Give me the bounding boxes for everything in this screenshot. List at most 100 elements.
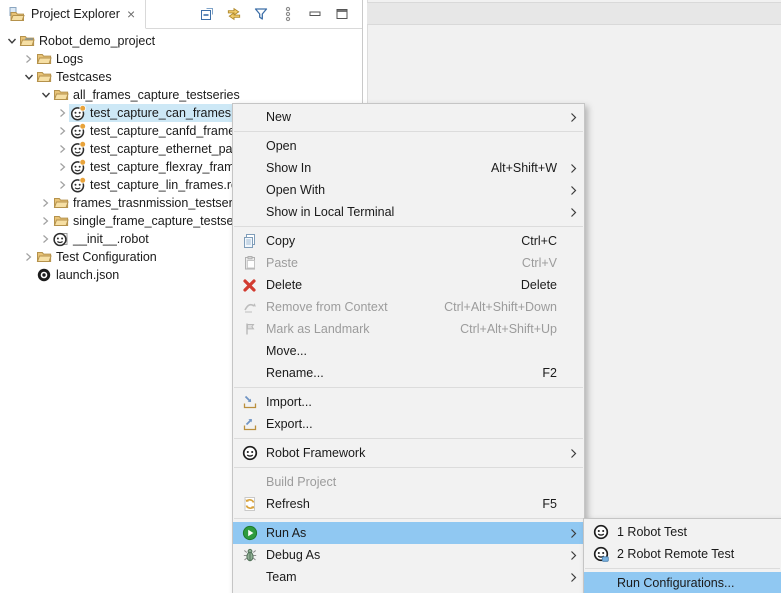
menu-item-debug-as[interactable]: Debug As [233, 544, 584, 566]
tree-item-content: test_capture_lin_frames.rob [69, 176, 248, 194]
menu-item-show-in-local-terminal[interactable]: Show in Local Terminal [233, 201, 584, 223]
submenu-arrow-icon [568, 185, 579, 196]
menu-item-open[interactable]: Open [233, 135, 584, 157]
menu-item-label: Copy [266, 234, 521, 248]
menu-item-mark-as-landmark[interactable]: Mark as LandmarkCtrl+Alt+Shift+Up [233, 318, 584, 340]
chevron-collapsed-icon[interactable] [57, 108, 68, 118]
tree-item-content: all_frames_capture_testseries [52, 86, 243, 104]
folder-icon [53, 87, 69, 103]
robot-file-icon [70, 141, 86, 157]
tree-selection-highlight: test_capture_can_frames.rob [69, 104, 256, 122]
menu-item-new[interactable]: New [233, 106, 584, 128]
menu-item-shortcut: Ctrl+Alt+Shift+Up [460, 322, 557, 336]
import-icon [233, 394, 266, 410]
menu-item-label: Debug As [266, 548, 568, 562]
menu-separator [234, 438, 583, 439]
tree-item-content: __init__.robot [52, 230, 152, 248]
launch-file-icon [36, 267, 52, 283]
menu-item-team[interactable]: Team [233, 566, 584, 588]
robot-file-icon [70, 159, 86, 175]
menu-item-shortcut: Ctrl+Alt+Shift+Down [444, 300, 557, 314]
menu-separator [234, 387, 583, 388]
collapse-all-icon[interactable] [199, 6, 215, 22]
menu-item-run-as[interactable]: Run As [233, 522, 584, 544]
chevron-expanded-icon[interactable] [6, 37, 17, 45]
menu-item-export[interactable]: Export... [233, 413, 584, 435]
menu-item-robot-framework[interactable]: Robot Framework [233, 442, 584, 464]
menu-item-label: Mark as Landmark [266, 322, 460, 336]
filter-icon[interactable] [253, 6, 269, 22]
tree-item-label: Testcases [56, 70, 112, 84]
menu-item-label: Delete [266, 278, 521, 292]
chevron-collapsed-icon[interactable] [57, 180, 68, 190]
menu-item-label: Rename... [266, 366, 542, 380]
tree-item-testcases[interactable]: Testcases [0, 68, 362, 86]
menu-item-show-in[interactable]: Show InAlt+Shift+W [233, 157, 584, 179]
menu-item-build-project[interactable]: Build Project [233, 471, 584, 493]
menu-item-label: Import... [266, 395, 568, 409]
view-menu-icon[interactable] [280, 6, 296, 22]
landmark-icon [233, 321, 266, 337]
chevron-collapsed-icon[interactable] [57, 162, 68, 172]
tree-item-label: single_frame_capture_testserie [73, 214, 247, 228]
link-editor-icon[interactable] [226, 6, 242, 22]
robot-file-icon [70, 177, 86, 193]
menu-item-remove-from-context[interactable]: Remove from ContextCtrl+Alt+Shift+Down [233, 296, 584, 318]
menu-item-label: Team [266, 570, 568, 584]
menu-item-label: Show In [266, 161, 491, 175]
tab-close-icon[interactable]: × [126, 7, 136, 21]
chevron-collapsed-icon[interactable] [57, 144, 68, 154]
menu-item-1-robot-test[interactable]: 1 Robot Test [584, 521, 781, 543]
menu-item-open-with[interactable]: Open With [233, 179, 584, 201]
menu-item-import[interactable]: Import... [233, 391, 584, 413]
run-icon [233, 525, 266, 541]
view-toolbar [199, 0, 362, 28]
menu-item-label: Show in Local Terminal [266, 205, 568, 219]
menu-separator [234, 226, 583, 227]
chevron-collapsed-icon[interactable] [23, 252, 34, 262]
robot-file-plain-icon [53, 231, 69, 247]
menu-item-copy[interactable]: CopyCtrl+C [233, 230, 584, 252]
chevron-collapsed-icon[interactable] [40, 234, 51, 244]
tree-item-all-frames-capture-testseries[interactable]: all_frames_capture_testseries [0, 86, 362, 104]
menu-separator [234, 518, 583, 519]
run-as-submenu: 1 Robot Test 2 Robot Remote Test Run Confi… [583, 518, 781, 593]
menu-item-2-robot-remote-test[interactable]: 2 Robot Remote Test [584, 543, 781, 565]
menu-separator [234, 131, 583, 132]
robot-file-icon [70, 105, 86, 121]
chevron-collapsed-icon[interactable] [23, 54, 34, 64]
menu-item-run-configurations[interactable]: Run Configurations... [584, 572, 781, 593]
minimize-icon[interactable] [307, 6, 323, 22]
tree-item-robot-demo-project[interactable]: Robot_demo_project [0, 32, 362, 50]
submenu-arrow-icon [568, 550, 579, 561]
folder-icon [53, 213, 69, 229]
menu-item-move[interactable]: Move... [233, 340, 584, 362]
menu-item-label: 1 Robot Test [617, 525, 765, 539]
menu-item-shortcut: F2 [542, 366, 557, 380]
paste-icon [233, 255, 266, 271]
robot-icon [233, 445, 266, 461]
menu-item-shortcut: Delete [521, 278, 557, 292]
menu-separator [585, 568, 780, 569]
tree-item-logs[interactable]: Logs [0, 50, 362, 68]
maximize-icon[interactable] [334, 6, 350, 22]
tab-project-explorer[interactable]: Project Explorer × [0, 0, 146, 29]
tree-item-label: test_capture_canfd_frames [90, 124, 241, 138]
chevron-expanded-icon[interactable] [23, 73, 34, 81]
menu-item-rename[interactable]: Rename...F2 [233, 362, 584, 384]
chevron-collapsed-icon[interactable] [40, 198, 51, 208]
chevron-collapsed-icon[interactable] [57, 126, 68, 136]
folder-icon [53, 195, 69, 211]
menu-item-label: Paste [266, 256, 522, 270]
menu-item-delete[interactable]: DeleteDelete [233, 274, 584, 296]
context-menu: New OpenShow InAlt+Shift+WOpen With Show i… [232, 103, 585, 593]
tree-item-label: launch.json [56, 268, 119, 282]
menu-item-refresh[interactable]: RefreshF5 [233, 493, 584, 515]
tree-item-content: test_capture_flexray_frame [69, 158, 244, 176]
menu-item-label: Build Project [266, 475, 568, 489]
menu-item-paste[interactable]: PasteCtrl+V [233, 252, 584, 274]
submenu-arrow-icon [568, 528, 579, 539]
chevron-collapsed-icon[interactable] [40, 216, 51, 226]
tree-item-label: all_frames_capture_testseries [73, 88, 240, 102]
chevron-expanded-icon[interactable] [40, 91, 51, 99]
